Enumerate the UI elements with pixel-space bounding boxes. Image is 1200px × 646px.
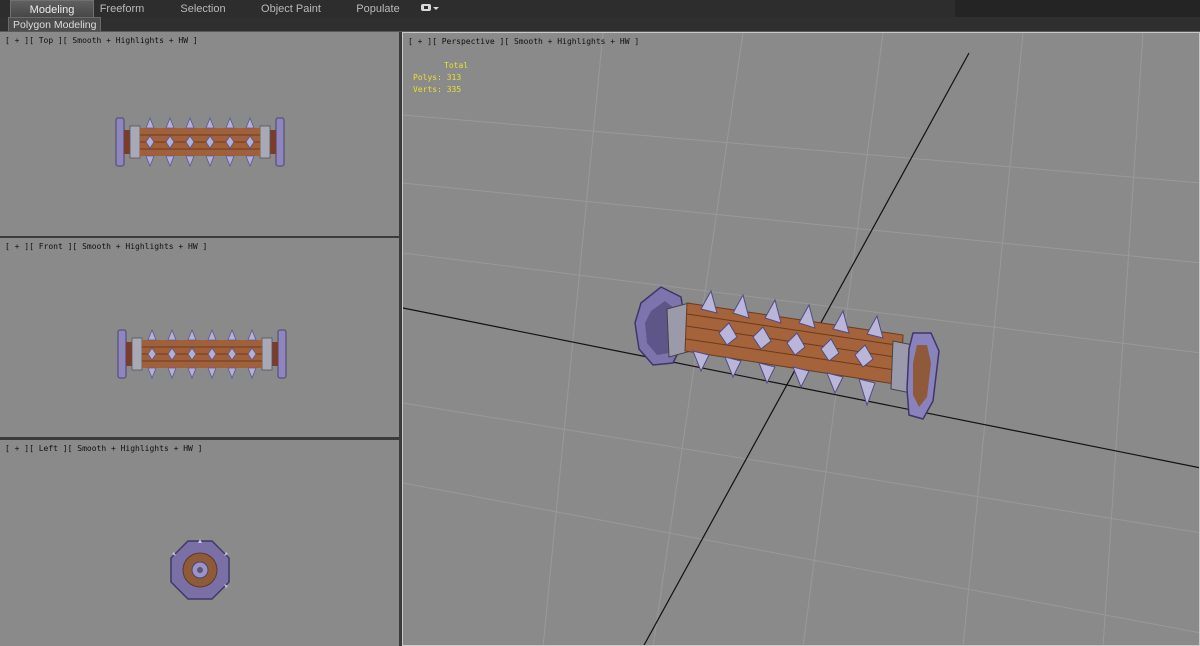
- tab-object-paint[interactable]: Object Paint: [256, 0, 326, 17]
- ribbon-minimize-toggle[interactable]: [420, 3, 440, 14]
- viewport-top[interactable]: [ + ][ Top ][ Smooth + Highlights + HW ]: [0, 32, 399, 236]
- chevron-down-icon: [433, 7, 439, 10]
- tab-modeling[interactable]: Modeling: [10, 0, 94, 17]
- viewport-label-left[interactable]: [ + ][ Left ][ Smooth + Highlights + HW …: [5, 444, 202, 453]
- roller-model-left[interactable]: [170, 539, 230, 600]
- viewport-label-top[interactable]: [ + ][ Top ][ Smooth + Highlights + HW ]: [5, 36, 198, 45]
- top-view-scene: [115, 116, 285, 168]
- ribbon-panel-row: Polygon Modeling: [0, 17, 1200, 33]
- front-view-scene: [117, 328, 287, 380]
- viewport-perspective[interactable]: [ + ][ Perspective ][ Smooth + Highlight…: [402, 32, 1200, 646]
- viewport-label-front[interactable]: [ + ][ Front ][ Smooth + Highlights + HW…: [5, 242, 207, 251]
- viewport-label-perspective[interactable]: [ + ][ Perspective ][ Smooth + Highlight…: [408, 37, 639, 46]
- roller-model-top[interactable]: [115, 116, 285, 168]
- roller-model-perspective[interactable]: [634, 286, 940, 420]
- statistics-overlay: Total Polys: 313 Verts: 335: [413, 60, 468, 96]
- left-view-scene: [170, 539, 230, 600]
- stats-header: Total: [444, 61, 469, 70]
- perspective-scene: [403, 33, 1199, 645]
- stats-polys: Polys: 313: [413, 73, 462, 82]
- tab-selection[interactable]: Selection: [172, 0, 234, 17]
- roller-model-front[interactable]: [117, 328, 287, 380]
- stats-verts: Verts: 335: [413, 85, 462, 94]
- ribbon-empty-area: [955, 0, 1200, 17]
- tab-freeform[interactable]: Freeform: [94, 0, 150, 17]
- tab-populate[interactable]: Populate: [350, 0, 406, 17]
- panel-icon: [421, 4, 431, 11]
- viewport-front[interactable]: [ + ][ Front ][ Smooth + Highlights + HW…: [0, 238, 399, 437]
- viewport-left[interactable]: [ + ][ Left ][ Smooth + Highlights + HW …: [0, 440, 399, 646]
- ribbon-tab-bar: Modeling Freeform Selection Object Paint…: [0, 0, 1200, 18]
